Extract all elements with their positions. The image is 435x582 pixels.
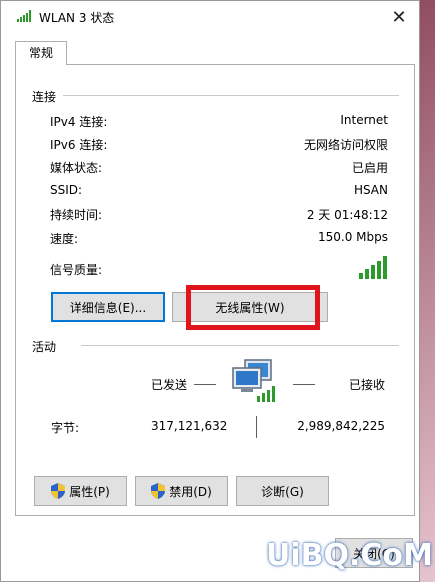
general-panel [15,64,415,516]
speed-label: 速度: [50,232,79,246]
row-ipv4: IPv4 连接: Internet [50,113,388,131]
ssid-label: SSID: [50,183,83,197]
disable-button[interactable]: 禁用(D) [135,476,228,506]
sent-dash [194,384,216,385]
media-state-value: 已启用 [351,161,388,175]
signal-strength-icon [359,256,387,279]
speed-value: 150.0 Mbps [317,230,388,244]
bytes-label: 字节: [51,421,80,435]
signal-quality-label: 信号质量: [50,263,103,277]
wlan-status-window: WLAN 3 状态 ✕ 常规 连接 IPv4 连接: Internet IPv6… [0,0,420,582]
connection-section-label: 连接 [32,90,57,104]
window-title: WLAN 3 状态 [39,11,115,25]
duration-label: 持续时间: [50,208,103,222]
duration-value: 2 天 01:48:12 [306,208,388,222]
close-icon[interactable]: ✕ [379,1,419,33]
diagnose-button[interactable]: 诊断(G) [236,476,329,506]
activity-section-label: 活动 [32,340,57,354]
row-media-state: 媒体状态: 已启用 [50,159,388,177]
watermark-logo: UiBQ.CoM [266,538,433,573]
media-state-label: 媒体状态: [50,161,103,175]
ssid-value: HSAN [353,183,388,197]
details-button[interactable]: 详细信息(E)... [51,292,165,322]
sent-label: 已发送 [151,378,188,392]
title-bar: WLAN 3 状态 ✕ [1,1,419,33]
properties-button-label: 属性(P) [69,484,110,499]
properties-button[interactable]: 属性(P) [34,476,127,506]
ipv6-value: 无网络访问权限 [303,138,388,152]
activity-divider [81,345,399,346]
ipv6-label: IPv6 连接: [50,138,108,152]
tab-general[interactable]: 常规 [15,41,67,65]
shield-icon [51,483,66,499]
disable-button-label: 禁用(D) [169,484,212,499]
row-ssid: SSID: HSAN [50,183,388,201]
row-ipv6: IPv6 连接: 无网络访问权限 [50,136,388,154]
connection-divider [63,95,399,96]
bytes-received-value: 2,989,842,225 [297,419,385,433]
received-dash [293,384,315,385]
ipv4-value: Internet [340,113,388,127]
ipv4-label: IPv4 连接: [50,115,108,129]
wifi-signal-icon [17,10,31,22]
network-computers-icon [232,359,275,402]
received-label: 已接收 [349,378,386,392]
row-duration: 持续时间: 2 天 01:48:12 [50,206,388,224]
bytes-separator [256,416,257,438]
bytes-sent-value: 317,121,632 [151,419,228,433]
wireless-properties-button[interactable]: 无线属性(W) [172,292,328,322]
row-signal: 信号质量: [50,256,388,279]
row-speed: 速度: 150.0 Mbps [50,230,388,248]
shield-icon [151,483,166,499]
